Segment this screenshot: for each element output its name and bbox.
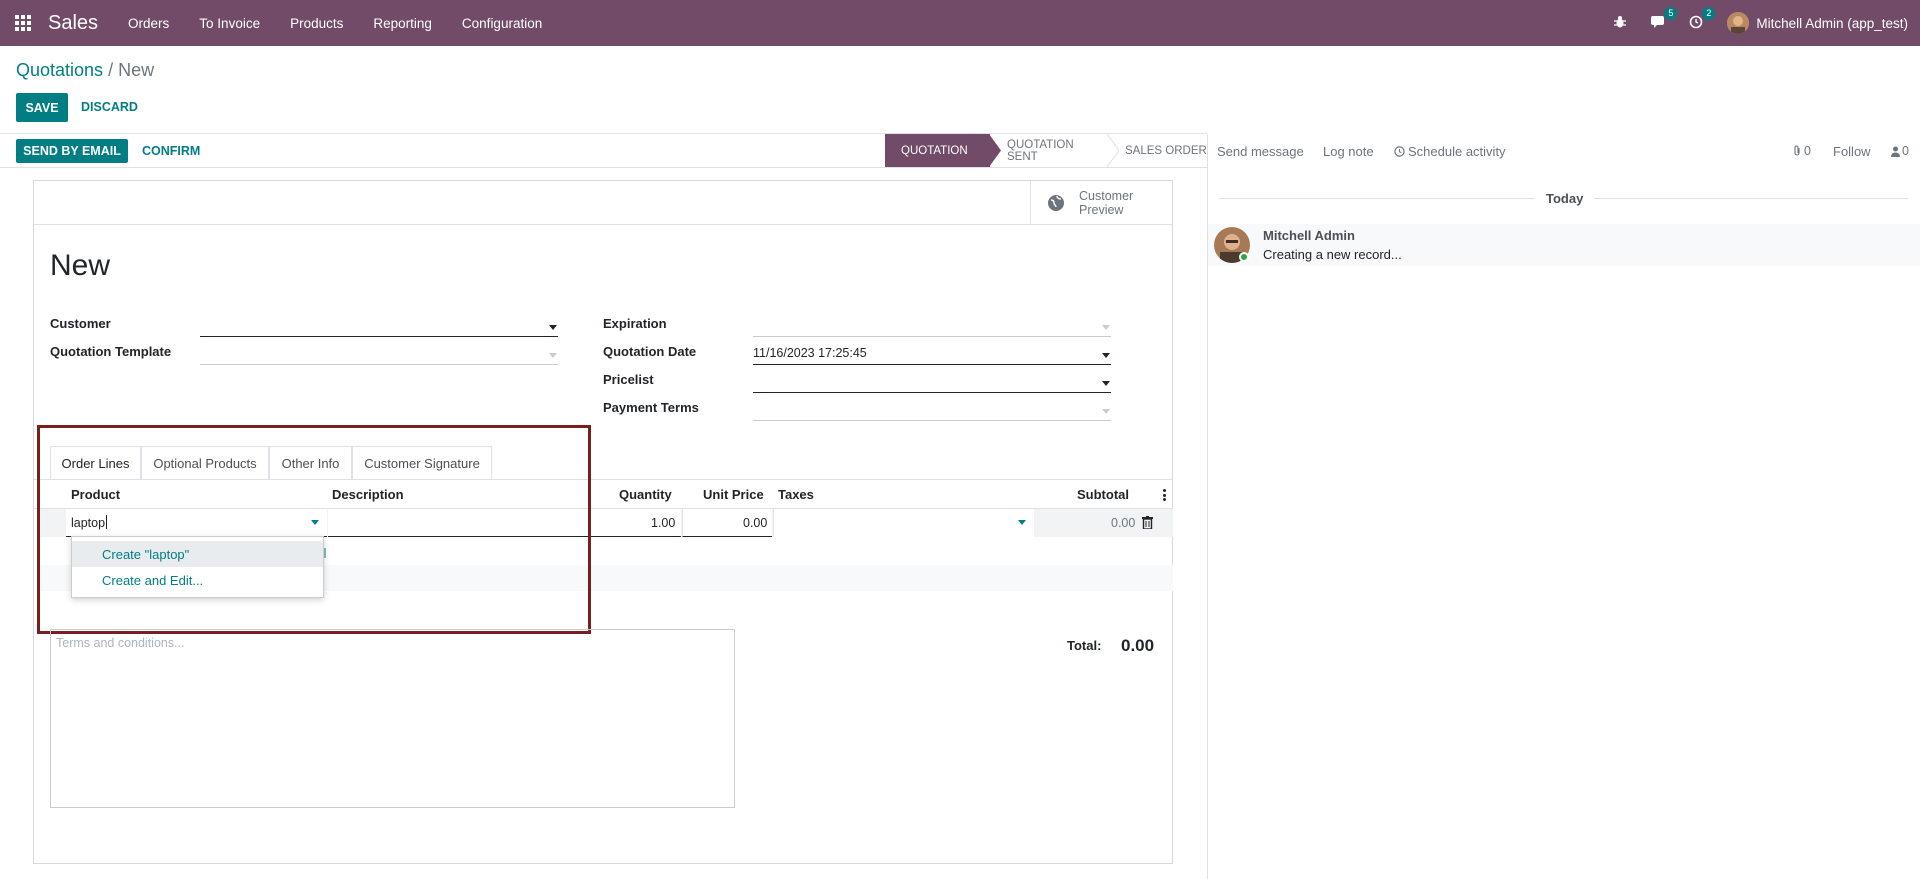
taxes-caret-icon[interactable]: [1018, 520, 1026, 525]
sheet-button-box-divider: [34, 224, 1173, 225]
app-name[interactable]: Sales: [48, 12, 98, 35]
discard-button[interactable]: DISCARD: [81, 100, 138, 114]
clock-icon: [1394, 146, 1405, 157]
pricelist-caret-icon[interactable]: [1102, 381, 1110, 386]
follow-button[interactable]: Follow: [1833, 144, 1871, 159]
expiration-label: Expiration: [603, 316, 667, 331]
payment-terms-caret-icon[interactable]: [1102, 409, 1110, 414]
quotation-template-field[interactable]: [200, 364, 558, 365]
col-unit-price-header[interactable]: Unit Price: [703, 487, 764, 502]
taxes-cell[interactable]: [773, 509, 1034, 537]
header-divider: [0, 167, 1207, 168]
stage-quotation[interactable]: QUOTATION: [885, 134, 990, 167]
breadcrumb-quotations[interactable]: Quotations: [16, 60, 103, 80]
today-divider-left: [1219, 198, 1535, 199]
paperclip-icon: [1794, 145, 1800, 156]
quotation-date-value[interactable]: 11/16/2023 17:25:45: [753, 346, 867, 360]
delete-row-icon[interactable]: [1142, 516, 1153, 532]
globe-icon: [1048, 194, 1064, 211]
online-status-dot: [1239, 252, 1249, 262]
messages-icon[interactable]: 5: [1651, 7, 1678, 31]
customer-preview-button[interactable]: Customer Preview: [1030, 181, 1172, 224]
user-menu[interactable]: Mitchell Admin (app_test): [1756, 16, 1908, 31]
breadcrumb-current: New: [118, 60, 155, 80]
message-body: Creating a new record...: [1263, 247, 1402, 262]
stage-sales-order[interactable]: SALES ORDER: [1119, 134, 1219, 167]
col-subtotal-header[interactable]: Subtotal: [1077, 487, 1129, 502]
expiration-field[interactable]: [753, 336, 1111, 337]
menu-products[interactable]: Products: [290, 16, 343, 31]
save-button[interactable]: SAVE: [16, 93, 68, 122]
menu-reporting[interactable]: Reporting: [373, 16, 432, 31]
customer-preview-line1: Customer: [1079, 188, 1134, 203]
send-by-email-button[interactable]: SEND BY EMAIL: [16, 139, 128, 163]
activities-badge: 2: [1702, 7, 1716, 20]
message-author[interactable]: Mitchell Admin: [1263, 228, 1355, 243]
confirm-button[interactable]: CONFIRM: [142, 144, 200, 158]
column-options-icon[interactable]: [1163, 489, 1166, 501]
payment-terms-label: Payment Terms: [603, 400, 699, 415]
status-bar: QUOTATION QUOTATION SENT SALES ORDER: [885, 134, 1219, 167]
attachments-button[interactable]: 0: [1792, 144, 1811, 158]
schedule-activity-label: Schedule activity: [1408, 144, 1506, 159]
breadcrumb-separator: /: [108, 60, 114, 80]
attachments-count: 0: [1804, 144, 1811, 158]
schedule-activity-button[interactable]: Schedule activity: [1394, 144, 1506, 159]
terms-textarea[interactable]: Terms and conditions...: [50, 629, 735, 808]
total-label: Total:: [1067, 638, 1102, 653]
user-avatar[interactable]: [1727, 12, 1750, 34]
quotation-date-field[interactable]: [753, 364, 1111, 365]
record-title: New: [50, 249, 111, 282]
log-note-button[interactable]: Log note: [1323, 144, 1374, 159]
col-quantity-header[interactable]: Quantity: [619, 487, 672, 502]
customer-preview-line2: Preview: [1079, 202, 1124, 217]
expiration-caret-icon[interactable]: [1102, 325, 1110, 330]
pricelist-label: Pricelist: [603, 372, 654, 387]
debug-bug-icon[interactable]: [1613, 15, 1629, 31]
stage-quotation-sent[interactable]: QUOTATION SENT: [1001, 134, 1107, 167]
stage-sales-order-label: SALES ORDER: [1125, 144, 1207, 157]
apps-menu-icon[interactable]: [0, 0, 46, 46]
today-separator: Today: [1546, 191, 1584, 206]
subtotal-value: 0.00: [1111, 516, 1136, 530]
send-message-button[interactable]: Send message: [1217, 144, 1304, 159]
activities-clock-icon[interactable]: 2: [1689, 7, 1716, 31]
stage-arrow-active: [989, 134, 1001, 167]
pricelist-field[interactable]: [753, 392, 1111, 393]
today-divider-right: [1594, 198, 1908, 199]
unit-price-value[interactable]: 0.00: [743, 516, 767, 530]
highlight-box: [37, 425, 591, 634]
user-icon: [1891, 146, 1900, 157]
customer-field[interactable]: [200, 336, 558, 337]
stage-quotation-sent-label: QUOTATION SENT: [1007, 138, 1074, 163]
menu-to-invoice[interactable]: To Invoice: [199, 16, 260, 31]
messages-badge: 5: [1664, 7, 1678, 20]
date-caret-icon[interactable]: [1102, 353, 1110, 358]
col-taxes-header[interactable]: Taxes: [778, 487, 814, 502]
terms-placeholder: Terms and conditions...: [56, 636, 185, 650]
menu-orders[interactable]: Orders: [128, 16, 169, 31]
template-caret-icon[interactable]: [549, 353, 557, 358]
stage-arrow: [1107, 134, 1119, 167]
top-navbar: Sales Orders To Invoice Products Reporti…: [0, 0, 1920, 46]
menu-configuration[interactable]: Configuration: [462, 16, 542, 31]
breadcrumb: Quotations / New: [16, 60, 154, 81]
quotation-template-label: Quotation Template: [50, 344, 172, 359]
payment-terms-field[interactable]: [753, 420, 1111, 421]
followers-count: 0: [1902, 144, 1909, 158]
total-value: 0.00: [1121, 636, 1155, 655]
customer-caret-icon[interactable]: [549, 325, 557, 330]
quantity-value[interactable]: 1.00: [651, 516, 675, 530]
customer-label: Customer: [50, 316, 111, 331]
quotation-date-label: Quotation Date: [603, 344, 697, 359]
followers-button[interactable]: 0: [1891, 144, 1909, 158]
stage-quotation-label: QUOTATION: [901, 144, 968, 157]
